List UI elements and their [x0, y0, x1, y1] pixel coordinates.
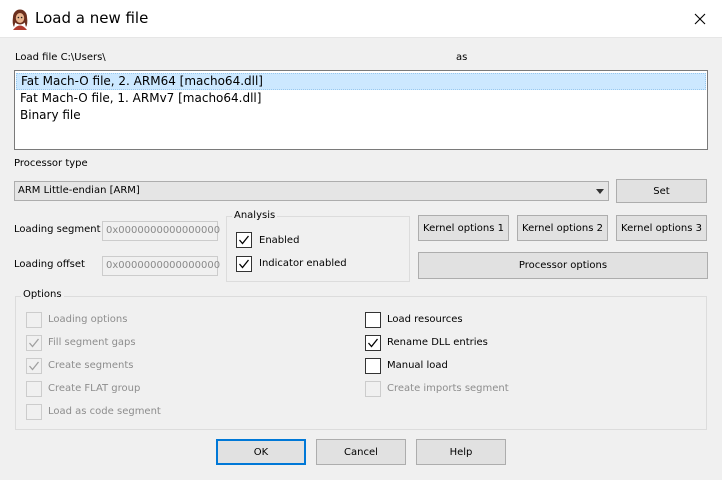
checkmark-icon: [29, 361, 40, 371]
rename-dll-entries-label: Rename DLL entries: [387, 337, 488, 348]
create-flat-group-label: Create FLAT group: [48, 383, 141, 394]
chevron-down-icon: [596, 189, 604, 194]
window-title: Load a new file: [35, 9, 149, 27]
title-bar: Load a new file: [0, 0, 722, 38]
processor-type-select[interactable]: ARM Little-endian [ARM]: [14, 181, 609, 201]
create-segments-checkbox[interactable]: [26, 358, 42, 374]
create-segments-label: Create segments: [48, 360, 134, 371]
loading-segment-label: Loading segment: [14, 224, 101, 235]
enabled-checkbox[interactable]: [236, 232, 252, 248]
loading-offset-label: Loading offset: [14, 259, 85, 270]
load-as-code-segment-checkbox[interactable]: [26, 404, 42, 420]
loading-offset-input[interactable]: 0x0000000000000000: [102, 256, 220, 276]
list-item[interactable]: Fat Mach-O file, 2. ARM64 [macho64.dll]: [16, 73, 706, 90]
loading-options-label: Loading options: [48, 314, 128, 325]
close-button[interactable]: [678, 0, 722, 38]
load-file-label: Load file C:\Users\: [15, 52, 106, 63]
fill-segment-gaps-label: Fill segment gaps: [48, 337, 136, 348]
manual-load-label: Manual load: [387, 360, 448, 371]
analysis-group: [226, 216, 410, 282]
load-resources-label: Load resources: [387, 314, 463, 325]
checkmark-icon: [239, 235, 250, 245]
indicator-enabled-label: Indicator enabled: [259, 258, 347, 269]
ok-button[interactable]: OK: [216, 439, 306, 465]
create-flat-group-checkbox[interactable]: [26, 381, 42, 397]
analysis-group-title: Analysis: [232, 210, 278, 221]
options-group-title: Options: [21, 289, 64, 300]
list-item[interactable]: Binary file: [16, 107, 706, 124]
load-resources-checkbox[interactable]: [365, 312, 381, 328]
manual-load-checkbox[interactable]: [365, 358, 381, 374]
file-format-list[interactable]: Fat Mach-O file, 2. ARM64 [macho64.dll] …: [14, 70, 708, 150]
as-label: as: [456, 52, 468, 63]
create-imports-segment-checkbox[interactable]: [365, 381, 381, 397]
enabled-label: Enabled: [259, 235, 300, 246]
loading-segment-input[interactable]: 0x0000000000000000: [102, 221, 220, 241]
processor-type-label: Processor type: [14, 158, 88, 169]
checkmark-icon: [368, 338, 379, 348]
rename-dll-entries-checkbox[interactable]: [365, 335, 381, 351]
loading-options-checkbox[interactable]: [26, 312, 42, 328]
close-icon: [694, 13, 706, 25]
processor-options-button[interactable]: Processor options: [418, 252, 708, 279]
kernel-options-3-button[interactable]: Kernel options 3: [616, 215, 707, 241]
indicator-enabled-checkbox[interactable]: [236, 256, 252, 272]
checkmark-icon: [29, 338, 40, 348]
app-icon: [12, 9, 28, 30]
fill-segment-gaps-checkbox[interactable]: [26, 335, 42, 351]
load-as-code-segment-label: Load as code segment: [48, 406, 161, 417]
processor-type-value: ARM Little-endian [ARM]: [18, 185, 140, 196]
kernel-options-2-button[interactable]: Kernel options 2: [517, 215, 608, 241]
kernel-options-1-button[interactable]: Kernel options 1: [418, 215, 509, 241]
set-button[interactable]: Set: [616, 179, 707, 203]
create-imports-segment-label: Create imports segment: [387, 383, 509, 394]
list-item[interactable]: Fat Mach-O file, 1. ARMv7 [macho64.dll]: [16, 90, 706, 107]
checkmark-icon: [239, 259, 250, 269]
cancel-button[interactable]: Cancel: [316, 439, 406, 465]
help-button[interactable]: Help: [416, 439, 506, 465]
